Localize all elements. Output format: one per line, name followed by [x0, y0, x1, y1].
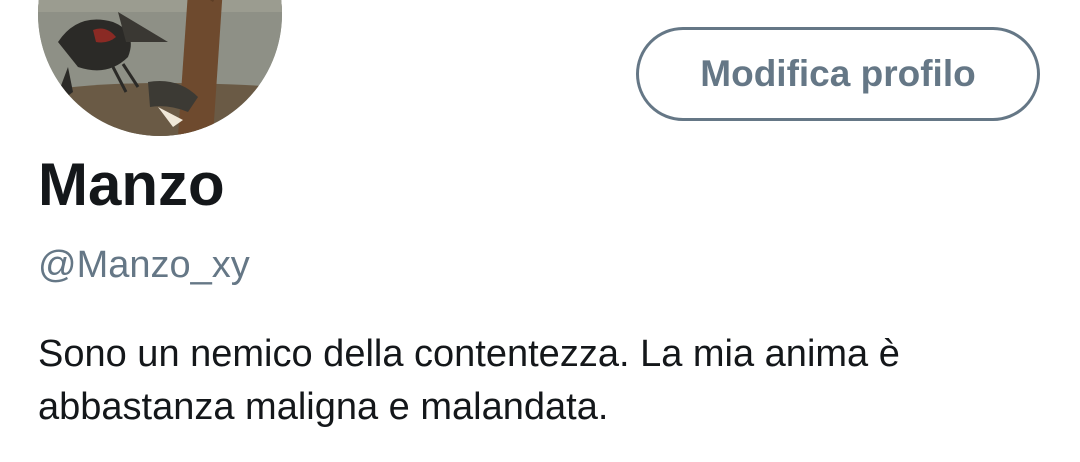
profile-avatar[interactable] [38, 0, 282, 136]
profile-display-name: Manzo [38, 151, 225, 218]
edit-profile-button-label: Modifica profilo [700, 53, 976, 94]
profile-bio: Sono un nemico della contentezza. La mia… [38, 333, 900, 428]
avatar-image [38, 0, 282, 136]
profile-handle: @Manzo_xy [38, 244, 250, 286]
edit-profile-button[interactable]: Modifica profilo [636, 27, 1040, 121]
